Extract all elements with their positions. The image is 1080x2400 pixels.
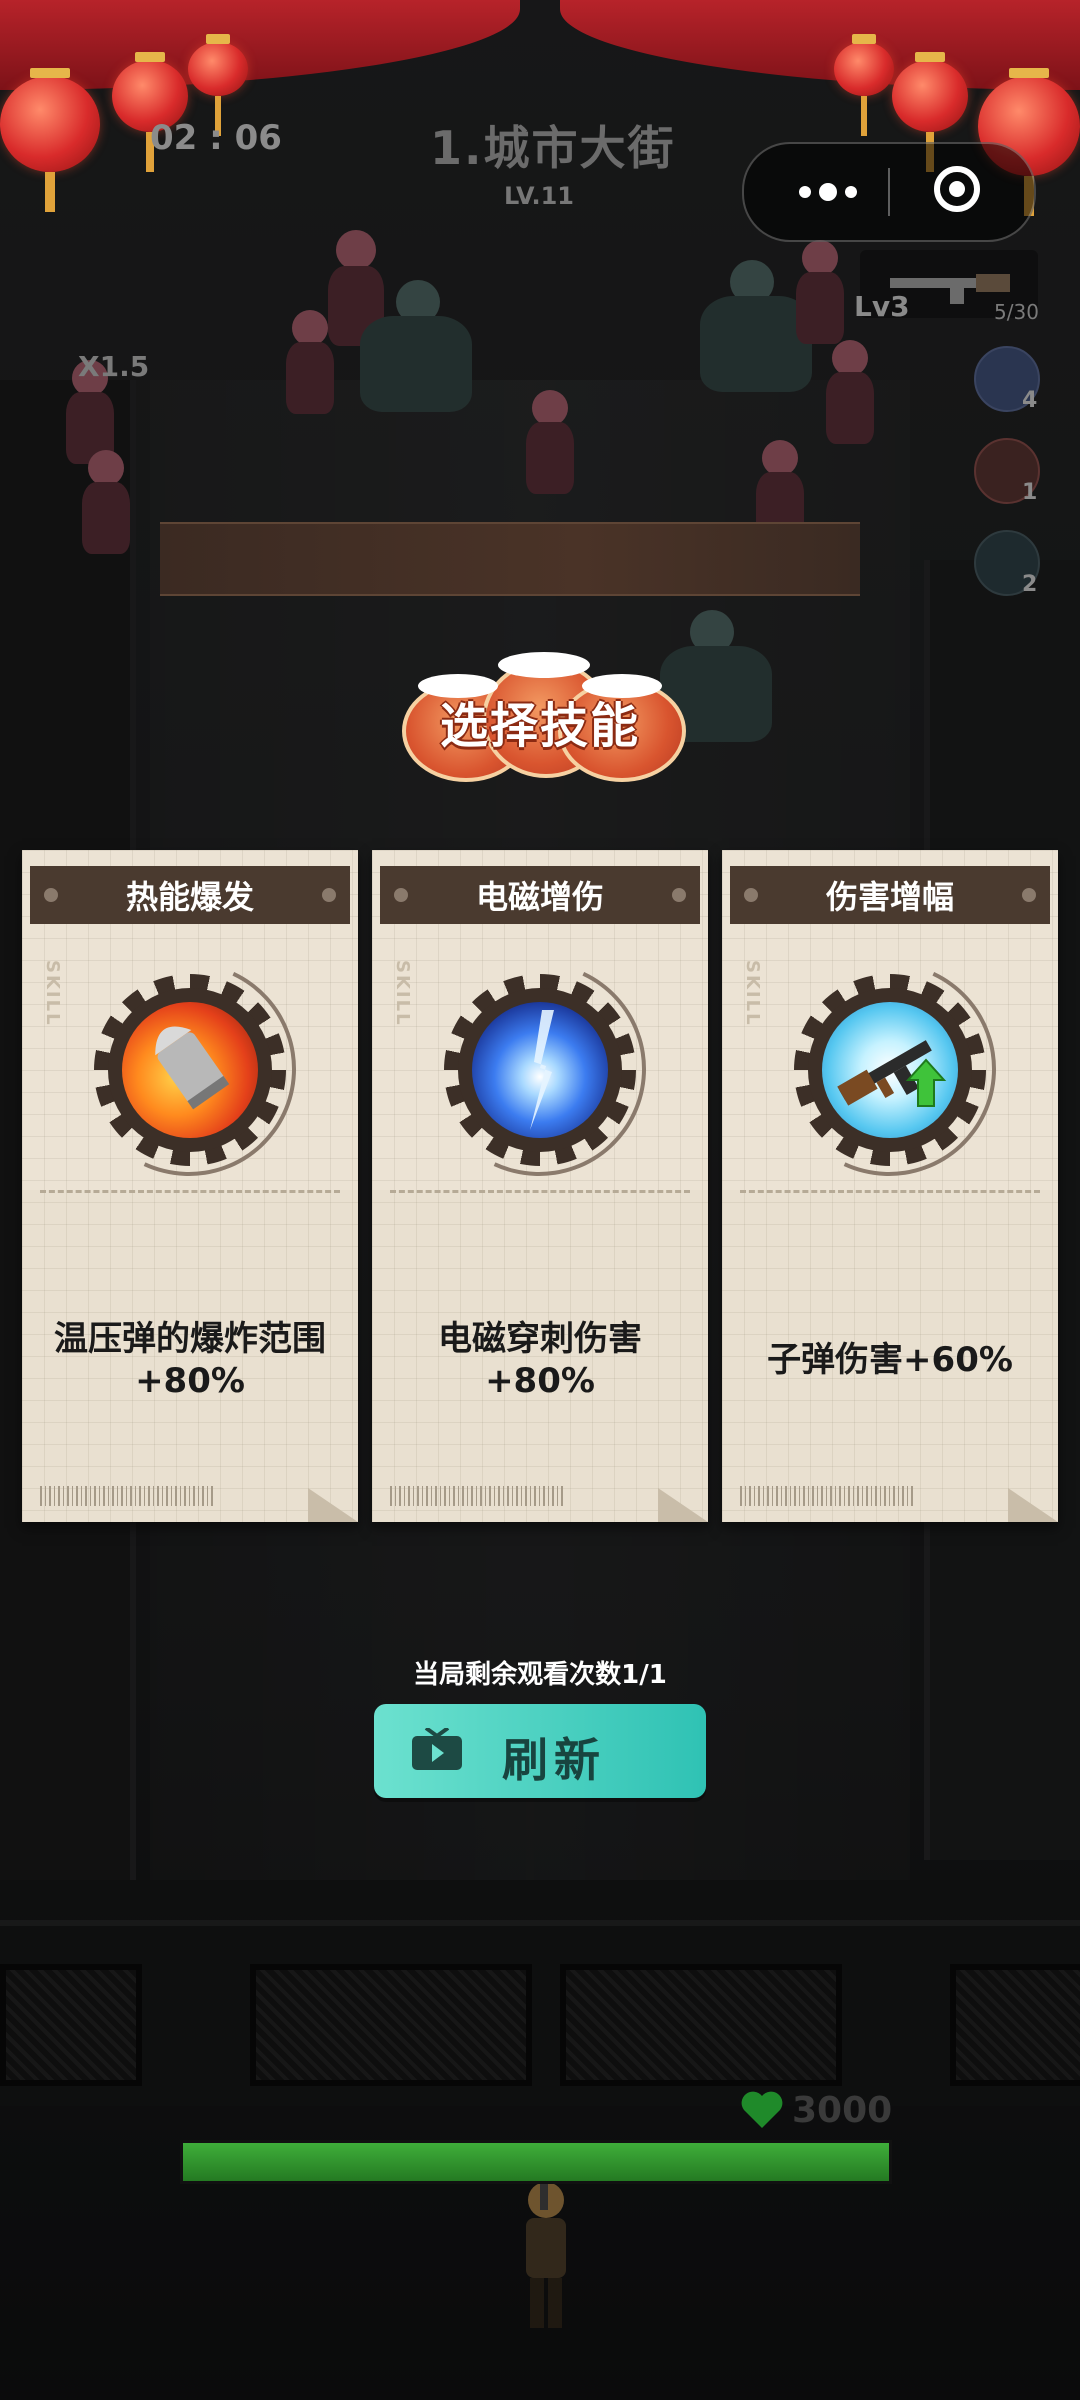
skill-name: 电磁增伤 <box>475 878 604 916</box>
tv-video-icon <box>412 1728 462 1770</box>
lantern-icon <box>892 52 968 172</box>
refresh-button[interactable]: 刷新 <box>374 1704 706 1798</box>
refresh-remaining-count: 当局剩余观看次数1/1 <box>413 1660 667 1690</box>
electromagnetic-pierce-icon <box>472 1002 608 1138</box>
game-timer: 02 : 06 <box>150 118 282 158</box>
paper-fold <box>658 1488 708 1522</box>
select-skill-title: 选择技能 <box>439 698 640 754</box>
skill-card-header: 热能爆发 <box>30 866 350 924</box>
skill-tag: SKILL <box>742 960 763 1027</box>
barcode-decoration <box>740 1486 916 1506</box>
ammo-count: 5/30 <box>994 300 1039 324</box>
skill-card-thermal-burst[interactable]: 热能爆发 SKILL 温压弹的爆炸范围+80% <box>22 850 358 1522</box>
skill-card-damage-boost[interactable]: 伤害增幅 SKILL 子弹伤害+60% <box>722 850 1058 1522</box>
select-skill-title-badge: 选择技能 <box>402 650 686 782</box>
card-divider <box>740 1190 1040 1193</box>
lantern-icon <box>188 34 248 136</box>
card-divider <box>40 1190 340 1193</box>
side-skill-count: 1 <box>1022 480 1038 505</box>
weapon-level: Lv3 <box>854 290 910 323</box>
refresh-label: 刷新 <box>502 1733 606 1787</box>
skill-description: 电磁穿刺伤害+80% <box>438 1318 642 1402</box>
skill-name: 伤害增幅 <box>825 878 954 916</box>
speed-multiplier: X1.5 <box>78 350 150 383</box>
skill-card-header: 电磁增伤 <box>380 866 700 924</box>
thermobaric-bullet-icon <box>122 1002 258 1138</box>
skill-description: 子弹伤害+60% <box>767 1339 1013 1380</box>
base-hp-value: 3000 <box>792 2090 893 2131</box>
heart-icon <box>741 2091 783 2128</box>
experience-bar <box>160 522 860 596</box>
base-hp-fill <box>183 2143 889 2181</box>
mini-program-capsule <box>742 142 1036 242</box>
lantern-icon <box>0 68 100 212</box>
barcode-decoration <box>390 1486 566 1506</box>
rifle-upgrade-icon <box>822 1002 958 1138</box>
side-skill-count: 2 <box>1022 572 1038 597</box>
skill-card-em-damage[interactable]: 电磁增伤 SKILL 电磁穿刺伤害+80% <box>372 850 708 1522</box>
level-number: LV.11 <box>504 182 574 210</box>
barcode-decoration <box>40 1486 216 1506</box>
skill-card-header: 伤害增幅 <box>730 866 1050 924</box>
skill-tag: SKILL <box>392 960 413 1027</box>
skill-name: 热能爆发 <box>125 878 254 916</box>
paper-fold <box>308 1488 358 1522</box>
skill-tag: SKILL <box>42 960 63 1027</box>
side-skill-count: 4 <box>1022 388 1038 413</box>
target-circle-icon[interactable] <box>934 166 980 212</box>
more-dots-icon[interactable] <box>788 172 868 212</box>
capsule-divider <box>888 168 890 216</box>
card-divider <box>390 1190 690 1193</box>
level-title: 1.城市大街 <box>430 121 676 175</box>
skill-description: 温压弹的爆炸范围+80% <box>54 1318 326 1402</box>
base-hp-bar <box>180 2140 892 2184</box>
paper-fold <box>1008 1488 1058 1522</box>
lantern-icon <box>834 34 894 136</box>
